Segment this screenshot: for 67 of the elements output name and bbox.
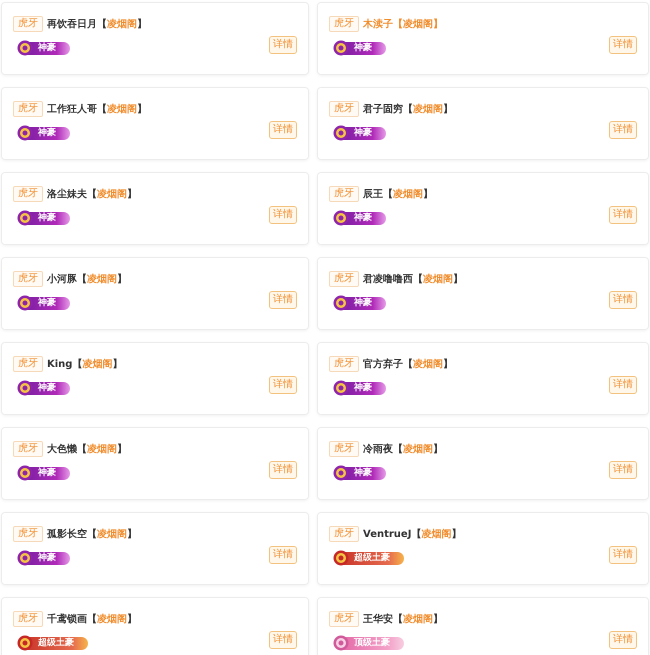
detail-button[interactable]: 详情 [269, 36, 297, 54]
detail-button[interactable]: 详情 [609, 546, 637, 564]
platform-tag: 虎牙 [13, 271, 43, 287]
platform-tag: 虎牙 [329, 271, 359, 287]
user-name: 小河豚【凌烟阁】 [47, 272, 127, 286]
medal-icon [17, 465, 33, 481]
user-name: 洛尘妹夫【凌烟阁】 [47, 188, 137, 202]
medal-icon [17, 635, 33, 651]
detail-button[interactable]: 详情 [609, 461, 637, 479]
rank-badge: 超级土豪 [342, 552, 404, 564]
user-name: 辰王【凌烟阁】 [363, 188, 433, 202]
detail-button[interactable]: 详情 [269, 121, 297, 139]
medal-icon [333, 210, 349, 226]
platform-tag: 虎牙 [329, 101, 359, 117]
medal-icon [333, 295, 349, 311]
rank-badge: 顶级土豪 [342, 636, 404, 650]
rank-badge: 超级土豪 [26, 636, 88, 650]
medal-icon [333, 550, 349, 566]
platform-tag: 虎牙 [329, 611, 359, 627]
medal-icon [17, 125, 33, 141]
platform-tag: 虎牙 [13, 526, 43, 542]
user-name: VentrueJ【凌烟阁】 [363, 528, 462, 542]
detail-button[interactable]: 详情 [609, 631, 637, 649]
user-name: 再饮吞日月【凌烟阁】 [47, 18, 147, 32]
user-name: 孤影长空【凌烟阁】 [47, 528, 137, 542]
medal-icon [17, 210, 33, 226]
detail-button[interactable]: 详情 [269, 291, 297, 309]
detail-button[interactable]: 详情 [609, 36, 637, 54]
detail-button[interactable]: 详情 [269, 461, 297, 479]
detail-button[interactable]: 详情 [269, 546, 297, 564]
medal-icon [17, 550, 33, 566]
detail-button[interactable]: 详情 [609, 291, 637, 309]
detail-button[interactable]: 详情 [269, 631, 297, 649]
platform-tag: 虎牙 [329, 186, 359, 202]
detail-button[interactable]: 详情 [609, 376, 637, 394]
platform-tag: 虎牙 [329, 16, 359, 32]
platform-tag: 虎牙 [329, 441, 359, 457]
platform-tag: 虎牙 [13, 611, 43, 627]
platform-tag: 虎牙 [13, 16, 43, 32]
medal-icon [17, 295, 33, 311]
medal-icon [333, 635, 349, 651]
medal-icon [333, 125, 349, 141]
detail-button[interactable]: 详情 [609, 121, 637, 139]
platform-tag: 虎牙 [13, 186, 43, 202]
platform-tag: 虎牙 [13, 356, 43, 372]
user-name: 君子固穷【凌烟阁】 [363, 102, 453, 116]
detail-button[interactable]: 详情 [269, 376, 297, 394]
platform-tag: 虎牙 [329, 356, 359, 372]
medal-icon [333, 380, 349, 396]
platform-tag: 虎牙 [13, 101, 43, 117]
user-name: 工作狂人哥【凌烟阁】 [47, 102, 147, 116]
medal-icon [333, 40, 349, 56]
user-name: 官方弃子【凌烟阁】 [363, 357, 453, 372]
user-name: 大色懒【凌烟阁】 [47, 442, 127, 456]
user-name: 冷雨夜【凌烟阁】 [363, 442, 443, 456]
user-name: 君凌噜噜西【凌烟阁】 [363, 272, 463, 286]
platform-tag: 虎牙 [13, 441, 43, 457]
medal-icon [17, 40, 33, 56]
user-name: 木渎子【凌烟阁】 [363, 18, 443, 32]
platform-tag: 虎牙 [329, 526, 359, 542]
detail-button[interactable]: 详情 [269, 206, 297, 224]
user-name: 王华安【凌烟阁】 [363, 612, 443, 626]
medal-icon [17, 380, 33, 396]
user-name: 千鸢锁画【凌烟阁】 [47, 612, 137, 626]
detail-button[interactable]: 详情 [609, 206, 637, 224]
user-name: King【凌烟阁】 [47, 358, 122, 372]
medal-icon [333, 465, 349, 481]
